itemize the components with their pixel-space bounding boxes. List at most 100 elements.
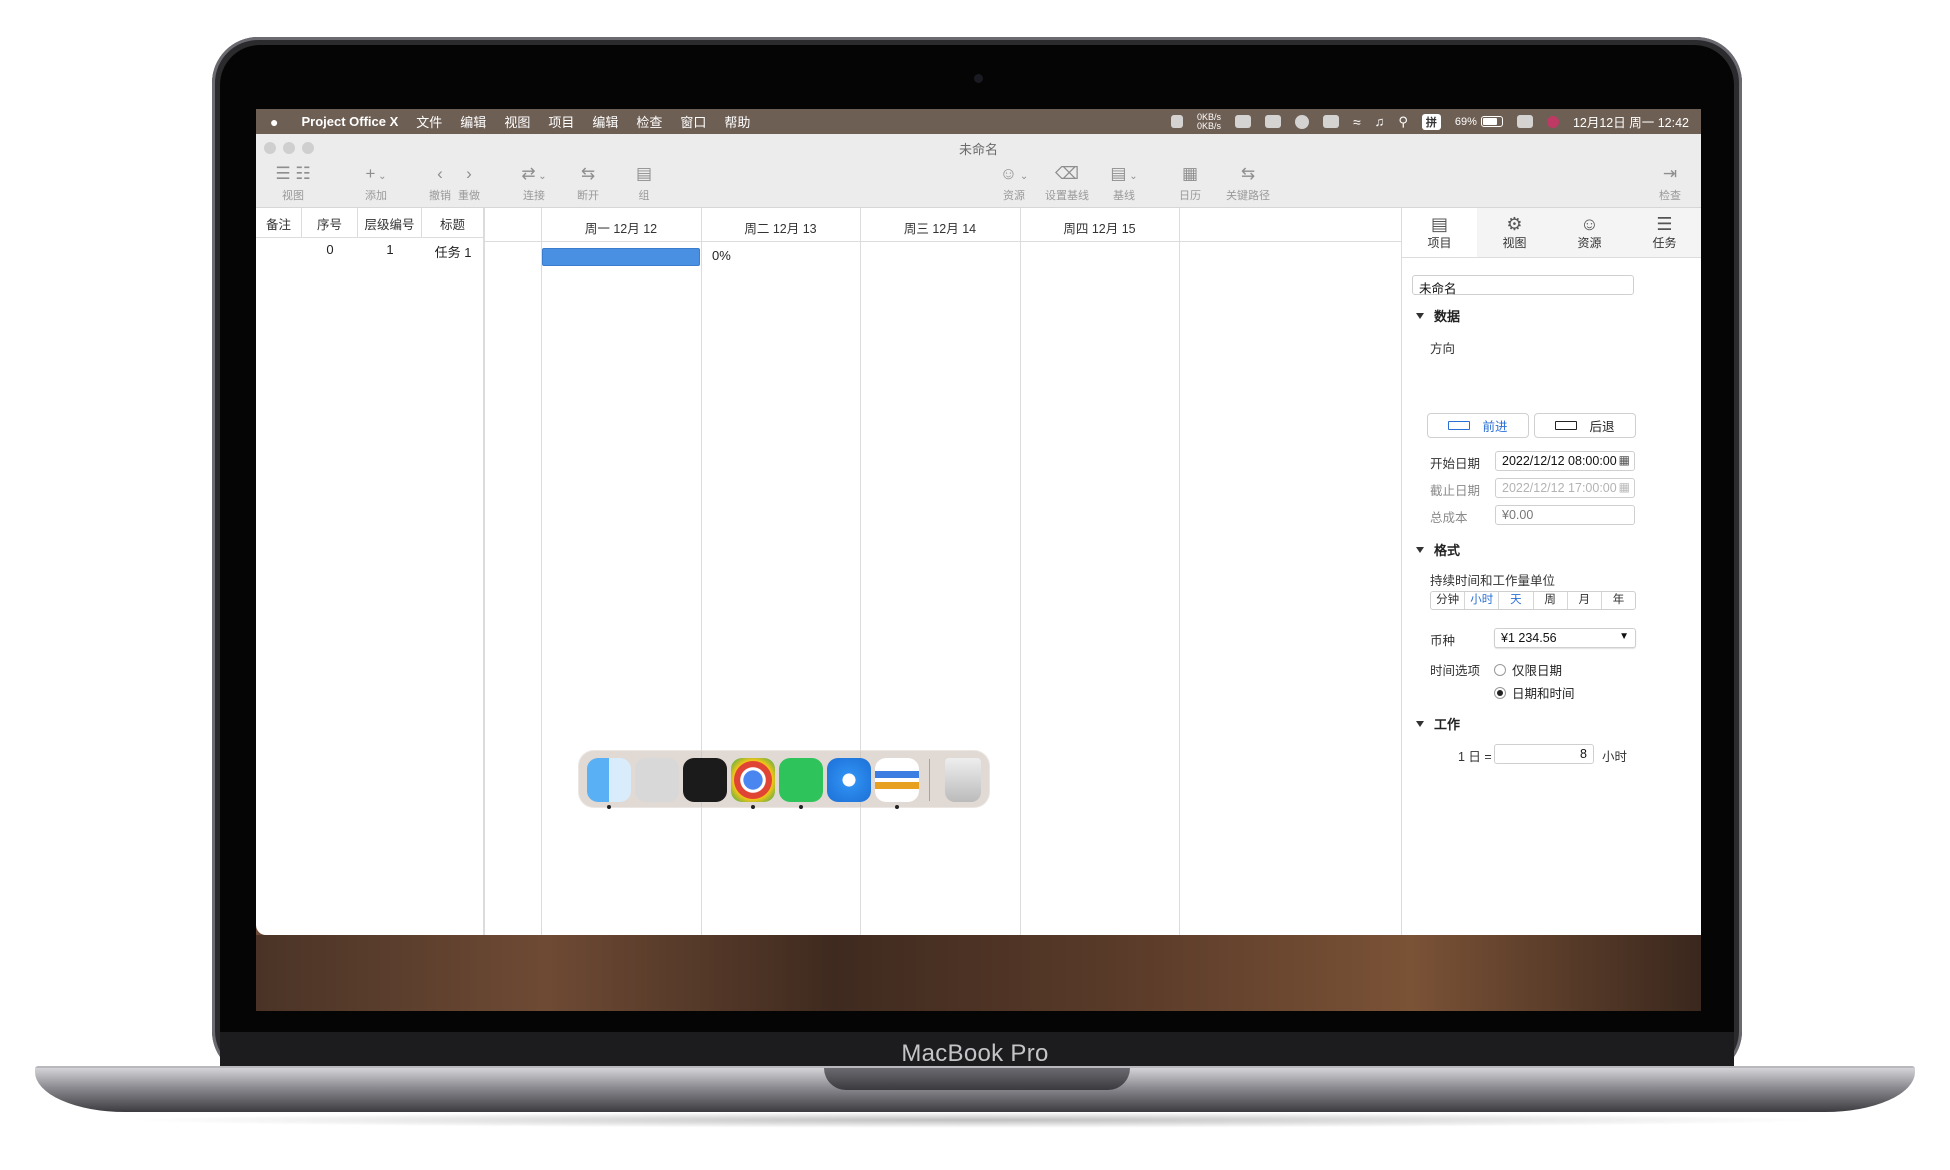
menu-view[interactable]: 视图 bbox=[495, 112, 539, 131]
dock-separator bbox=[929, 759, 930, 801]
toolbar-undo-button[interactable]: ‹ 撤销 bbox=[426, 164, 454, 203]
toolbar-calendar-button[interactable]: ▦ 日历 bbox=[1176, 164, 1204, 203]
tab-resources-label: 资源 bbox=[1577, 236, 1602, 250]
data-section-header[interactable]: 数据 bbox=[1416, 306, 1460, 325]
unit-hour[interactable]: 小时 bbox=[1465, 592, 1500, 609]
menu-edit-2[interactable]: 编辑 bbox=[583, 112, 627, 131]
col-header-note[interactable]: 备注 bbox=[256, 208, 302, 238]
day-gridline bbox=[1179, 208, 1180, 935]
photo-icon[interactable] bbox=[1322, 115, 1339, 128]
app-window: 未命名 ☰ ☷ 视图 + ⌄ 添加 ‹ 撤销 › 重做 ⇄ ⌄ 连接 ⇆ 断开 ▤ 组 ☺ ⌄… bbox=[256, 134, 1701, 935]
plus-icon: + ⌄ bbox=[365, 164, 387, 183]
search-icon[interactable]: ⚲ bbox=[1398, 114, 1408, 130]
toolbar-view-label: 视图 bbox=[282, 190, 304, 202]
toolbar-set-baseline-label: 设置基线 bbox=[1045, 190, 1089, 202]
wechat-icon[interactable] bbox=[779, 758, 823, 802]
forward-button[interactable]: 前进 bbox=[1427, 413, 1529, 438]
cell-wbs: 1 bbox=[386, 242, 394, 257]
trash-icon[interactable] bbox=[945, 758, 981, 802]
radio-date-time-label: 日期和时间 bbox=[1512, 687, 1575, 701]
menu-inspect[interactable]: 检查 bbox=[627, 112, 671, 131]
menu-edit[interactable]: 编辑 bbox=[451, 112, 495, 131]
battery-percent: 69% bbox=[1454, 115, 1477, 128]
day-header: 周四 12月 15 bbox=[1020, 208, 1179, 242]
toolbar-set-baseline-button[interactable]: ⌫ 设置基线 bbox=[1042, 164, 1092, 203]
radio-date-only[interactable]: 仅限日期 bbox=[1494, 660, 1562, 679]
toolbar-view-button[interactable]: ☰ ☷ 视图 bbox=[264, 164, 322, 203]
menu-file[interactable]: 文件 bbox=[407, 112, 451, 131]
unit-day[interactable]: 天 bbox=[1499, 592, 1534, 609]
work-section-header[interactable]: 工作 bbox=[1416, 714, 1460, 733]
desktop-wallpaper bbox=[256, 935, 1701, 1011]
units-segmented-control: 分钟 小时 天 周 月 年 bbox=[1430, 591, 1636, 610]
project-office-icon[interactable] bbox=[875, 758, 919, 802]
col-header-index[interactable]: 序号 bbox=[302, 208, 358, 238]
currency-value: ¥1 234.56 bbox=[1501, 631, 1557, 645]
backward-button[interactable]: 后退 bbox=[1534, 413, 1636, 438]
menu-help[interactable]: 帮助 bbox=[715, 112, 759, 131]
unit-month[interactable]: 月 bbox=[1568, 592, 1602, 609]
start-date-field[interactable]: 2022/12/12 08:00:00 ▦ bbox=[1495, 451, 1635, 471]
menu-window[interactable]: 窗口 bbox=[671, 112, 715, 131]
col-header-wbs[interactable]: 层级编号 bbox=[358, 208, 422, 238]
calendar-icon[interactable]: ▦ bbox=[1619, 453, 1630, 467]
tab-project[interactable]: ▤ 项目 bbox=[1402, 208, 1477, 257]
toolbar-add-button[interactable]: + ⌄ 添加 bbox=[358, 164, 394, 203]
camera bbox=[974, 74, 983, 83]
radio-date-time[interactable]: 日期和时间 bbox=[1494, 683, 1575, 702]
battery[interactable]: 69% bbox=[1455, 116, 1503, 128]
tab-resources[interactable]: ☺ 资源 bbox=[1552, 208, 1627, 257]
col-header-title[interactable]: 标题 bbox=[422, 208, 484, 238]
menu-project[interactable]: 项目 bbox=[539, 112, 583, 131]
task-bar[interactable] bbox=[542, 248, 700, 266]
gantt-divider[interactable] bbox=[484, 208, 485, 935]
format-section-header[interactable]: 格式 bbox=[1416, 540, 1460, 559]
unit-year[interactable]: 年 bbox=[1602, 592, 1635, 609]
wechat-menu-icon[interactable] bbox=[1234, 115, 1251, 128]
inspector-tabs: ▤ 项目 ⚙ 视图 ☺ 资源 ☰ 任务 bbox=[1402, 208, 1701, 258]
toolbar-resources-button[interactable]: ☺ ⌄ 资源 bbox=[996, 164, 1032, 203]
launchpad-icon[interactable] bbox=[635, 758, 679, 802]
menu-clock[interactable]: 12月12日 周一 12:42 bbox=[1573, 112, 1689, 131]
currency-select[interactable]: ¥1 234.56 ▼ bbox=[1494, 628, 1636, 648]
app-menu[interactable]: Project Office X bbox=[287, 114, 407, 129]
input-method-icon[interactable]: 拼 bbox=[1421, 113, 1441, 130]
volume-icon[interactable]: ♫ bbox=[1375, 114, 1385, 129]
control-center-icon[interactable] bbox=[1516, 115, 1533, 128]
tab-tasks[interactable]: ☰ 任务 bbox=[1627, 208, 1701, 257]
project-name-field[interactable]: 未命名 bbox=[1412, 275, 1634, 296]
siri-icon[interactable] bbox=[1546, 115, 1559, 128]
status-area: 0KB/s 0KB/s ≈ ♫ ⚲ 拼 69% 12月12日 周一 12:42 bbox=[1170, 109, 1689, 134]
toolbar-baseline-button[interactable]: ▤ ⌄ 基线 bbox=[1104, 164, 1144, 203]
toolbar-critical-path-button[interactable]: ⇆ 关键路径 bbox=[1220, 164, 1276, 203]
wifi-icon[interactable]: ≈ bbox=[1353, 114, 1361, 130]
toolbar-inspect-button[interactable]: ⇥ 检查 bbox=[1654, 164, 1686, 203]
tab-view[interactable]: ⚙ 视图 bbox=[1477, 208, 1552, 257]
toolbar-link-button[interactable]: ⇄ ⌄ 连接 bbox=[514, 164, 554, 203]
total-cost-field: ¥0.00 bbox=[1495, 505, 1635, 525]
start-date-value: 2022/12/12 08:00:00 bbox=[1502, 454, 1617, 468]
radio-date-only-label: 仅限日期 bbox=[1512, 664, 1563, 678]
cat-icon[interactable] bbox=[1170, 115, 1183, 128]
safari-icon[interactable] bbox=[827, 758, 871, 802]
hours-per-day-field[interactable]: 8 bbox=[1494, 744, 1594, 764]
toolbar-unlink-button[interactable]: ⇆ 断开 bbox=[572, 164, 604, 203]
apple-menu-icon[interactable]: ● bbox=[256, 114, 287, 130]
finder-icon[interactable] bbox=[587, 758, 631, 802]
toolbar-redo-button[interactable]: › 重做 bbox=[455, 164, 483, 203]
notification-icon[interactable] bbox=[1264, 115, 1281, 128]
network-speed[interactable]: 0KB/s 0KB/s bbox=[1197, 112, 1221, 131]
terminal-icon[interactable] bbox=[683, 758, 727, 802]
toolbar-resources-label: 资源 bbox=[1003, 190, 1025, 202]
vpn-icon[interactable] bbox=[1294, 114, 1309, 129]
day-header: 周二 12月 13 bbox=[701, 208, 860, 242]
toolbar-baseline-label: 基线 bbox=[1113, 190, 1135, 202]
redo-icon: › bbox=[466, 164, 472, 183]
unit-week[interactable]: 周 bbox=[1534, 592, 1568, 609]
unit-minute[interactable]: 分钟 bbox=[1431, 592, 1466, 609]
chrome-icon[interactable] bbox=[731, 758, 775, 802]
cell-index: 0 bbox=[326, 242, 334, 257]
toolbar-group-button[interactable]: ▤ 组 bbox=[632, 164, 656, 203]
running-indicator bbox=[895, 805, 899, 809]
tab-view-label: 视图 bbox=[1502, 236, 1527, 250]
